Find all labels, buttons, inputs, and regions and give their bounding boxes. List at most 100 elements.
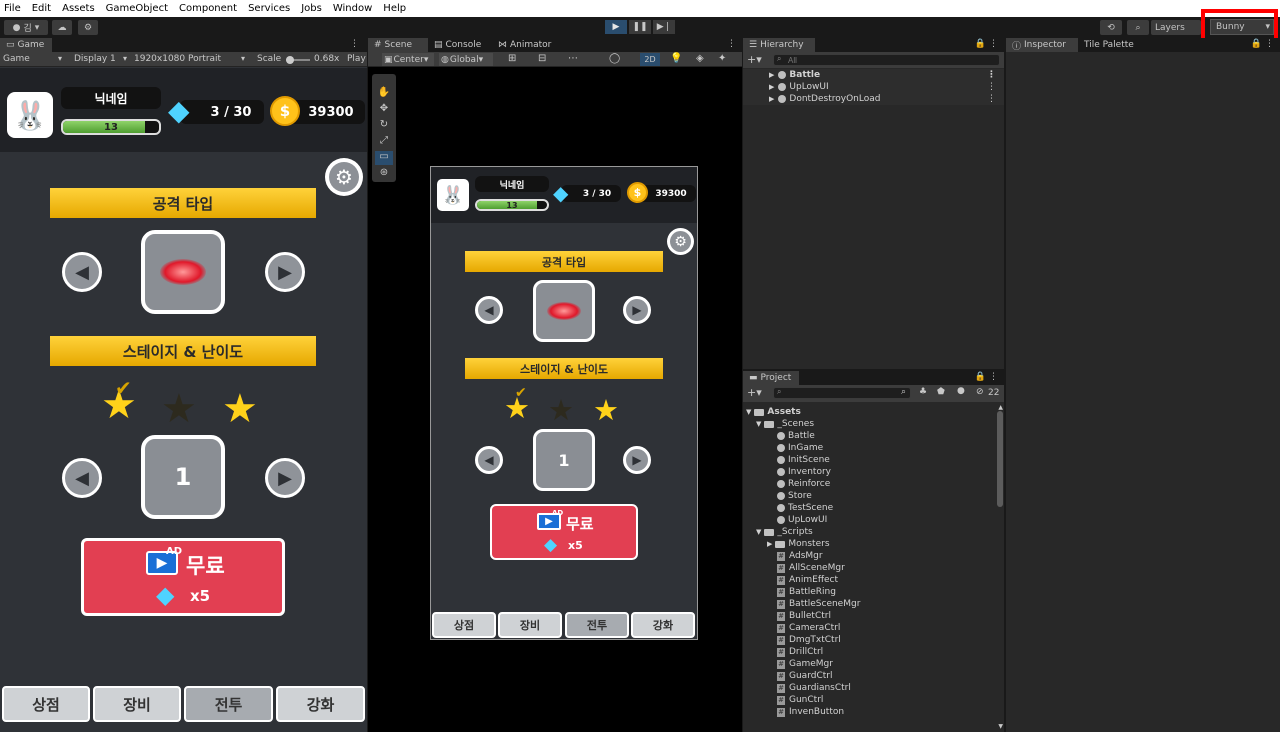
settings-button[interactable]: ⚙	[325, 158, 363, 196]
expand-arrow-icon[interactable]: ▶	[769, 95, 774, 103]
tab-project[interactable]: ▬ Project	[743, 371, 799, 385]
scene-asset[interactable]: Inventory	[743, 466, 996, 478]
menu-assets[interactable]: Assets	[62, 3, 95, 14]
script-asset[interactable]: # GuardCtrl	[743, 670, 996, 682]
space-dropdown[interactable]: ◍ Global ▾	[439, 53, 493, 66]
expand-arrow-icon[interactable]: ▼	[756, 420, 761, 428]
search-by-type-icon[interactable]: ⌕	[901, 387, 906, 397]
menu-edit[interactable]: Edit	[32, 3, 51, 14]
increment-snap-icon[interactable]: ⋯	[568, 53, 578, 64]
hierarchy-search-input[interactable]	[773, 54, 1000, 66]
search-icon[interactable]: ⌕	[1127, 20, 1149, 35]
hierarchy-item-uplowui[interactable]: ▶ UpLowUI ⋮	[743, 81, 1004, 93]
step-button[interactable]: ▶❘	[653, 20, 675, 34]
lock-icon[interactable]: 🔒	[975, 372, 986, 382]
folder-assets[interactable]: ▼ Assets	[743, 406, 996, 418]
folder-scenes[interactable]: ▼ _Scenes	[743, 418, 996, 430]
tab-equipment[interactable]: 장비	[93, 686, 181, 722]
folder-scripts[interactable]: ▼ _Scripts	[743, 526, 996, 538]
free-start-button[interactable]: ▶ AD 무료 ◆ x5	[81, 538, 285, 616]
effects-icon[interactable]: ✦	[718, 53, 726, 64]
menu-component[interactable]: Component	[179, 3, 237, 14]
script-asset[interactable]: # AllSceneMgr	[743, 562, 996, 574]
menu-window[interactable]: Window	[333, 3, 372, 14]
menu-jobs[interactable]: Jobs	[301, 3, 322, 14]
lock-icon[interactable]: 🔒	[975, 39, 986, 49]
pivot-dropdown[interactable]: ▣ Center ▾	[382, 53, 434, 66]
scale-slider-handle[interactable]	[286, 56, 294, 64]
scene-asset[interactable]: InitScene	[743, 454, 996, 466]
scale-tool-icon[interactable]: ⤢	[375, 135, 393, 149]
scene-asset[interactable]: Store	[743, 490, 996, 502]
script-asset[interactable]: # BattleSceneMgr	[743, 598, 996, 610]
script-asset[interactable]: # DrillCtrl	[743, 646, 996, 658]
project-scrollbar[interactable]	[997, 411, 1003, 507]
tab-animator[interactable]: ⋈ Animator	[492, 38, 558, 52]
scene-asset[interactable]: Reinforce	[743, 478, 996, 490]
history-icon[interactable]: ⟲	[1100, 20, 1122, 35]
move-tool-icon[interactable]: ✥	[375, 103, 393, 117]
tab-reinforce[interactable]: 강화	[276, 686, 365, 722]
kebab-icon[interactable]: ⋮	[987, 70, 996, 80]
tab-scene[interactable]: # Scene	[368, 38, 428, 52]
expand-arrow-icon[interactable]: ▶	[769, 83, 774, 91]
attack-next-button[interactable]: ▶	[265, 252, 305, 292]
cloud-icon[interactable]: ☁	[52, 20, 72, 35]
menu-help[interactable]: Help	[383, 3, 406, 14]
scene-asset[interactable]: InGame	[743, 442, 996, 454]
play-button[interactable]: ▶	[605, 20, 627, 34]
view-mode-dropdown[interactable]: Game	[3, 54, 30, 64]
stage-next-button[interactable]: ▶	[265, 458, 305, 498]
resolution-dropdown[interactable]: 1920x1080 Portrait	[134, 54, 221, 64]
panel-menu-icon[interactable]: ⋮	[1265, 39, 1274, 49]
layers-dropdown[interactable]: Layers	[1151, 20, 1201, 35]
script-asset[interactable]: # AdsMgr	[743, 550, 996, 562]
expand-arrow-icon[interactable]: ▶	[767, 540, 772, 548]
warning-filter-icon[interactable]: ●	[957, 386, 965, 396]
avatar[interactable]: 🐰	[7, 92, 53, 138]
tab-battle[interactable]: 전투	[184, 686, 273, 722]
panel-menu-icon[interactable]: ⋮	[350, 39, 359, 49]
expand-arrow-icon[interactable]: ▶	[769, 71, 774, 79]
rect-tool-icon[interactable]: ▭	[375, 151, 393, 165]
label-filter-icon[interactable]: ⬟	[937, 387, 945, 397]
filter-type-icon[interactable]: ♣	[919, 387, 927, 397]
panel-menu-icon[interactable]: ⋮	[727, 39, 736, 49]
display-dropdown[interactable]: Display 1	[74, 54, 116, 64]
tab-console[interactable]: ▤ Console	[428, 38, 490, 52]
script-asset[interactable]: # BattleRing	[743, 586, 996, 598]
scene-asset[interactable]: TestScene	[743, 502, 996, 514]
expand-arrow-icon[interactable]: ▼	[756, 528, 761, 536]
star-icon[interactable]: ★	[222, 386, 258, 432]
add-icon[interactable]: +▾	[747, 386, 762, 399]
script-asset[interactable]: # GuardiansCtrl	[743, 682, 996, 694]
add-icon[interactable]: +▾	[747, 53, 762, 66]
tab-inspector[interactable]: ⓘ Inspector	[1006, 38, 1078, 52]
scene-canvas[interactable]: 🐰 닉네임 13 3 / 30 ◆ 39300 $ ⚙ 공격 타입 ◀ ▶ 스테…	[430, 166, 698, 640]
hidden-packages-icon[interactable]: ⊘	[976, 387, 984, 397]
script-asset[interactable]: # DmgTxtCtrl	[743, 634, 996, 646]
lighting-icon[interactable]: 💡	[670, 53, 682, 64]
scroll-down-icon[interactable]: ▼	[998, 723, 1003, 730]
scale-slider[interactable]	[286, 56, 310, 64]
hierarchy-item-battle[interactable]: ▶ Battle ⋮	[743, 69, 1004, 81]
tab-hierarchy[interactable]: ☰ Hierarchy	[743, 38, 815, 52]
project-search-input[interactable]	[773, 387, 911, 399]
grid-snap-icon[interactable]: ⊞	[508, 53, 516, 64]
expand-arrow-icon[interactable]: ▼	[746, 408, 751, 416]
script-asset[interactable]: # InvenButton	[743, 706, 996, 718]
stage-prev-button[interactable]: ◀	[62, 458, 102, 498]
script-asset[interactable]: # GameMgr	[743, 658, 996, 670]
scroll-up-icon[interactable]: ▲	[998, 404, 1003, 411]
attack-prev-button[interactable]: ◀	[62, 252, 102, 292]
panel-menu-icon[interactable]: ⋮	[989, 372, 998, 382]
kebab-icon[interactable]: ⋮	[987, 82, 996, 92]
tab-tile-palette[interactable]: Tile Palette	[1078, 38, 1148, 52]
script-asset[interactable]: # GunCtrl	[743, 694, 996, 706]
tab-game[interactable]: ▭ Game	[0, 38, 52, 52]
hierarchy-item-dontdestroyonload[interactable]: ▶ DontDestroyOnLoad ⋮	[743, 93, 1004, 105]
pause-button[interactable]: ❚❚	[629, 20, 651, 34]
play-focus-dropdown[interactable]: Play	[347, 54, 366, 64]
kebab-icon[interactable]: ⋮	[987, 94, 996, 104]
tab-store[interactable]: 상점	[2, 686, 90, 722]
